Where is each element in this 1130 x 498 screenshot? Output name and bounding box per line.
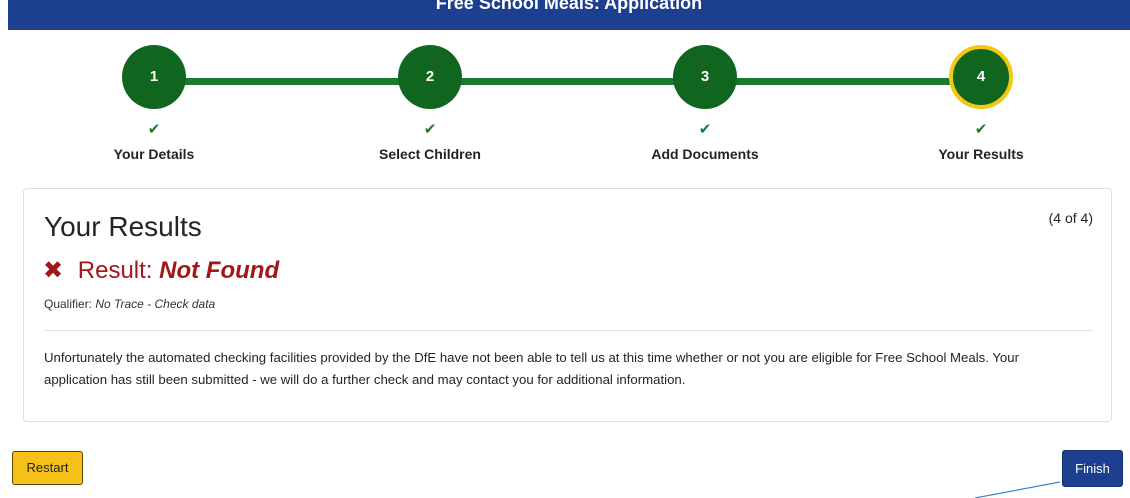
annotation-pointer-line: [974, 481, 1061, 498]
